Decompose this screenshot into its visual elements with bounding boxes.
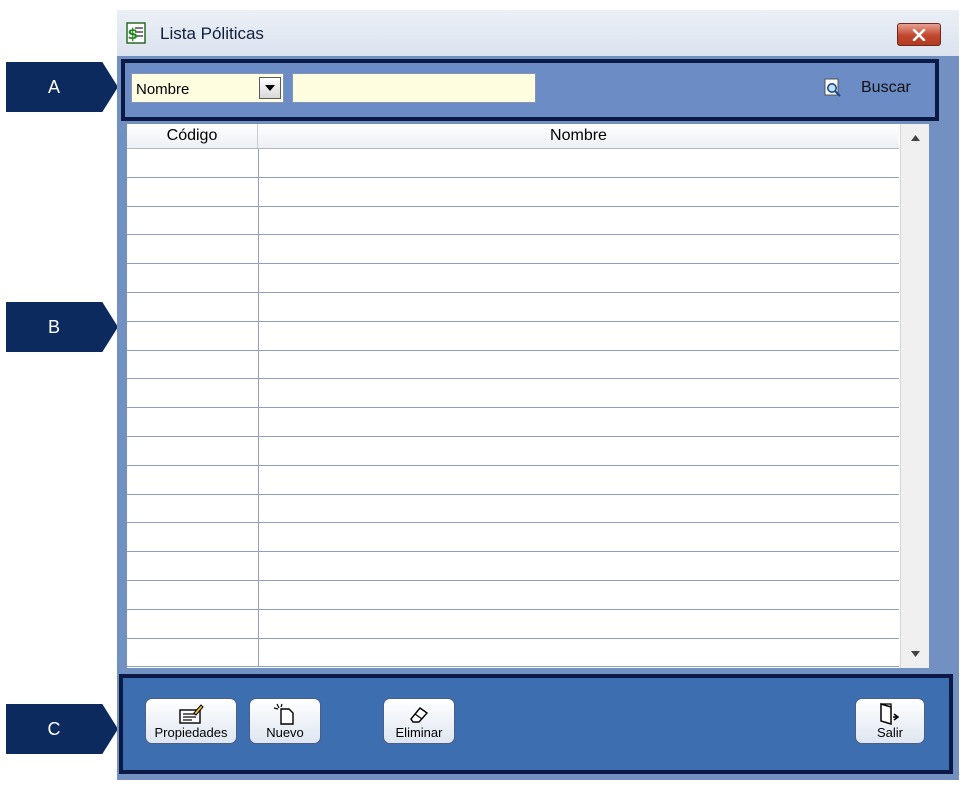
arrow-up-icon bbox=[910, 135, 920, 141]
cell-nombre[interactable] bbox=[259, 322, 899, 350]
chevron-down-icon bbox=[265, 85, 275, 91]
cell-nombre[interactable] bbox=[259, 610, 899, 638]
buscar-button[interactable]: Buscar bbox=[815, 73, 929, 103]
search-field-value: Nombre bbox=[136, 81, 190, 98]
callout-a: A bbox=[6, 62, 118, 112]
scroll-up-button[interactable] bbox=[901, 128, 929, 148]
search-field-select[interactable]: Nombre bbox=[131, 73, 284, 103]
cell-codigo[interactable] bbox=[127, 465, 259, 494]
cell-nombre[interactable] bbox=[259, 408, 899, 436]
table-row[interactable] bbox=[127, 321, 899, 351]
propiedades-label: Propiedades bbox=[154, 725, 228, 740]
table-row[interactable] bbox=[127, 292, 899, 322]
eraser-icon bbox=[410, 707, 429, 723]
table-row[interactable] bbox=[127, 609, 899, 639]
table-row[interactable] bbox=[127, 379, 899, 409]
grid-body bbox=[127, 149, 899, 668]
new-document-icon bbox=[273, 703, 294, 725]
cell-nombre[interactable] bbox=[259, 264, 899, 292]
cell-codigo[interactable] bbox=[127, 638, 259, 667]
bottom-toolbar: Propiedades Nuevo Eliminar Salir bbox=[119, 674, 953, 774]
cell-codigo[interactable] bbox=[127, 408, 259, 436]
cell-codigo[interactable] bbox=[127, 350, 259, 379]
table-row[interactable] bbox=[127, 177, 899, 207]
cell-nombre[interactable] bbox=[259, 149, 899, 177]
cell-nombre[interactable] bbox=[259, 207, 899, 235]
cell-codigo[interactable] bbox=[127, 436, 259, 465]
table-row[interactable] bbox=[127, 552, 899, 581]
search-bar: Nombre Buscar bbox=[121, 59, 939, 121]
table-row[interactable] bbox=[127, 436, 899, 466]
cell-codigo[interactable] bbox=[127, 494, 259, 523]
svg-text:$: $ bbox=[128, 25, 138, 43]
buscar-label: Buscar bbox=[861, 79, 911, 96]
callout-c: C bbox=[6, 704, 118, 754]
eliminar-label: Eliminar bbox=[395, 725, 443, 740]
cell-nombre[interactable] bbox=[259, 235, 899, 263]
cell-codigo[interactable] bbox=[127, 321, 259, 350]
politicas-grid: Código Nombre bbox=[127, 124, 929, 668]
table-row[interactable] bbox=[127, 638, 899, 668]
close-icon bbox=[912, 28, 926, 41]
title-bar: $ Lista Póliticas bbox=[117, 10, 959, 56]
table-row[interactable] bbox=[127, 580, 899, 610]
cell-nombre[interactable] bbox=[259, 178, 899, 206]
dropdown-button[interactable] bbox=[259, 77, 281, 99]
cell-codigo[interactable] bbox=[127, 235, 259, 264]
cell-codigo[interactable] bbox=[127, 177, 259, 206]
table-row[interactable] bbox=[127, 206, 899, 236]
cell-codigo[interactable] bbox=[127, 609, 259, 638]
cell-codigo[interactable] bbox=[127, 206, 259, 235]
cell-codigo[interactable] bbox=[127, 523, 259, 552]
dollar-list-icon: $ bbox=[126, 22, 146, 44]
table-row[interactable] bbox=[127, 494, 899, 524]
salir-button[interactable]: Salir bbox=[855, 698, 925, 744]
magnifier-icon bbox=[824, 78, 841, 97]
salir-label: Salir bbox=[876, 725, 903, 740]
close-button[interactable] bbox=[897, 23, 941, 46]
table-row[interactable] bbox=[127, 149, 899, 178]
eliminar-button[interactable]: Eliminar bbox=[383, 698, 455, 744]
cell-nombre[interactable] bbox=[259, 639, 899, 667]
vertical-scrollbar[interactable] bbox=[900, 124, 929, 668]
cell-nombre[interactable] bbox=[259, 293, 899, 321]
cell-nombre[interactable] bbox=[259, 351, 899, 379]
cell-nombre[interactable] bbox=[259, 581, 899, 609]
table-row[interactable] bbox=[127, 408, 899, 437]
grid-header: Código Nombre bbox=[127, 124, 899, 149]
callout-b-label: B bbox=[47, 316, 60, 337]
callout-a-label: A bbox=[47, 76, 60, 97]
cell-nombre[interactable] bbox=[259, 379, 899, 407]
cell-nombre[interactable] bbox=[259, 495, 899, 523]
lista-politicas-window: $ Lista Póliticas Nombre Buscar Código N… bbox=[117, 10, 959, 780]
cell-codigo[interactable] bbox=[127, 264, 259, 292]
cell-codigo[interactable] bbox=[127, 580, 259, 609]
column-header-nombre[interactable]: Nombre bbox=[258, 124, 899, 148]
cell-codigo[interactable] bbox=[127, 149, 259, 177]
cell-codigo[interactable] bbox=[127, 552, 259, 580]
nuevo-label: Nuevo bbox=[266, 725, 304, 740]
nuevo-button[interactable]: Nuevo bbox=[249, 698, 321, 744]
table-row[interactable] bbox=[127, 350, 899, 380]
cell-codigo[interactable] bbox=[127, 292, 259, 321]
scroll-down-button[interactable] bbox=[901, 644, 929, 664]
window-title: Lista Póliticas bbox=[160, 24, 264, 43]
table-row[interactable] bbox=[127, 523, 899, 553]
exit-door-icon bbox=[880, 703, 900, 725]
table-row[interactable] bbox=[127, 235, 899, 265]
cell-nombre[interactable] bbox=[259, 437, 899, 465]
search-input[interactable] bbox=[292, 73, 536, 103]
table-row[interactable] bbox=[127, 465, 899, 495]
arrow-down-icon bbox=[910, 651, 920, 657]
cell-nombre[interactable] bbox=[259, 523, 899, 551]
propiedades-button[interactable]: Propiedades bbox=[145, 698, 237, 744]
properties-icon bbox=[179, 704, 204, 724]
cell-codigo[interactable] bbox=[127, 379, 259, 408]
column-header-codigo[interactable]: Código bbox=[127, 124, 258, 148]
callout-b: B bbox=[6, 302, 118, 352]
cell-nombre[interactable] bbox=[259, 552, 899, 580]
cell-nombre[interactable] bbox=[259, 466, 899, 494]
table-row[interactable] bbox=[127, 264, 899, 293]
callout-c-label: C bbox=[47, 718, 61, 739]
